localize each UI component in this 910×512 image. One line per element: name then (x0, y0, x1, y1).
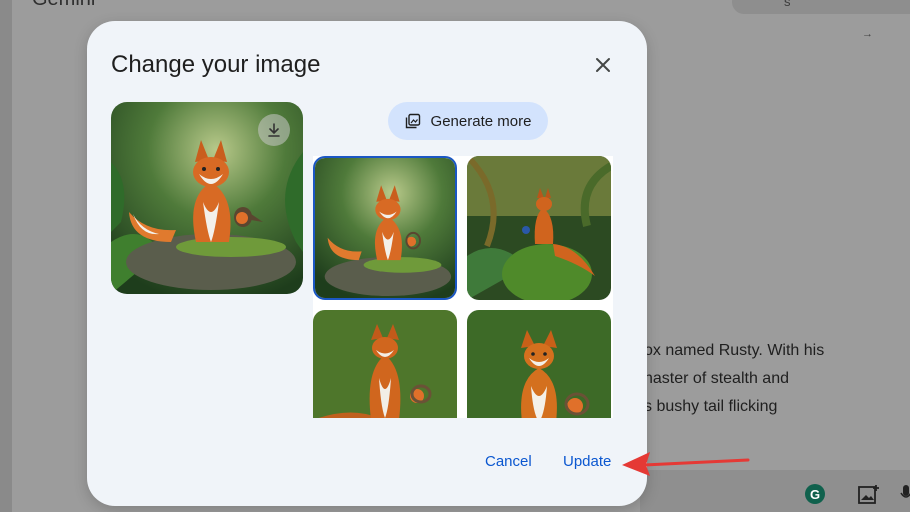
grammarly-icon[interactable]: G (805, 484, 825, 504)
image-option-4[interactable] (467, 310, 611, 418)
selected-image-preview (111, 102, 303, 294)
generate-more-label: Generate more (430, 112, 532, 130)
dialog-title: Change your image (111, 51, 321, 78)
generate-more-button[interactable]: Generate more (388, 102, 548, 140)
annotation-arrow-icon (622, 452, 750, 476)
download-button[interactable] (258, 114, 290, 146)
fox-photo-thumbnail (467, 310, 611, 418)
response-line-1: ox named Rusty. With his (644, 342, 825, 359)
fox-photo-thumbnail (467, 156, 611, 300)
close-icon (596, 58, 610, 72)
fox-illustration-thumbnail (315, 158, 455, 298)
pin-icon: → (862, 28, 873, 40)
update-button[interactable]: Update (563, 453, 611, 470)
app-title: Gemini (32, 0, 95, 11)
response-line-2: naster of stealth and (644, 370, 789, 387)
image-stack-icon (405, 113, 420, 129)
left-edge-panel (0, 0, 12, 512)
image-option-2[interactable] (467, 156, 611, 300)
microphone-icon[interactable] (900, 483, 910, 505)
image-option-3[interactable] (313, 310, 457, 418)
add-image-icon[interactable] (858, 484, 880, 504)
download-icon (268, 123, 280, 137)
change-image-dialog: Change your image Generate more Cancel U… (87, 21, 647, 506)
top-right-pill[interactable] (732, 0, 910, 14)
fox-photo-thumbnail (313, 310, 457, 418)
close-button[interactable] (589, 51, 617, 79)
cancel-button[interactable]: Cancel (485, 453, 532, 470)
image-options-grid (313, 156, 613, 418)
response-line-3: s bushy tail flicking (644, 398, 778, 415)
top-right-pill-label: s (784, 0, 791, 9)
image-option-1[interactable] (313, 156, 457, 300)
